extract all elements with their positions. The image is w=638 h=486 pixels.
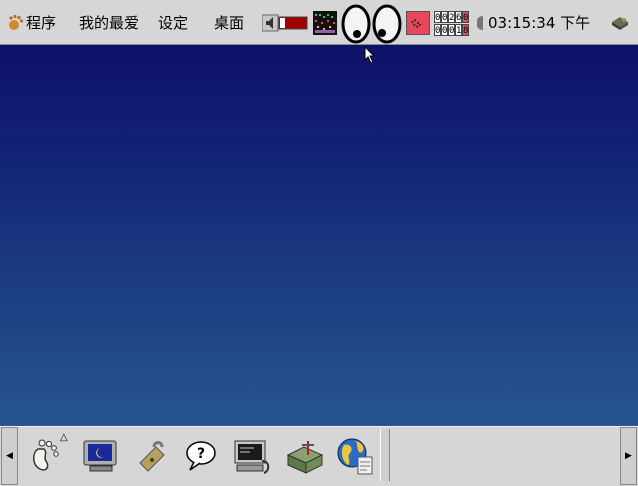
mouse-cursor-icon <box>364 46 376 64</box>
desktop-background[interactable] <box>0 45 638 426</box>
menu-desktop[interactable]: 桌面 <box>214 13 244 33</box>
toolbox-icon[interactable] <box>284 435 326 477</box>
volume-icon[interactable] <box>262 12 308 34</box>
cpu-load-icon[interactable] <box>313 11 337 35</box>
gnome-foot-icon <box>9 14 24 30</box>
counter-icon: 0 0 2 6 0 0 0 0 1 8 <box>434 11 474 36</box>
counter-bottom-row: 0 0 0 1 8 <box>434 24 474 36</box>
tray-icon[interactable] <box>610 14 630 32</box>
network-monitor-icon[interactable] <box>406 11 430 35</box>
menu-programs-label: 程序 <box>26 14 57 32</box>
browser-globe-icon[interactable] <box>334 435 376 477</box>
panel-hide-right-button[interactable]: ▶ <box>620 427 637 485</box>
digit: 0 <box>434 24 441 36</box>
digit: 8 <box>462 24 469 36</box>
monitor-icon[interactable] <box>80 435 122 477</box>
menu-favorites[interactable]: 我的最爱 <box>79 13 139 33</box>
panel-hide-left-button[interactable]: ◀ <box>1 427 18 485</box>
digit: 0 <box>434 11 441 23</box>
digit: 6 <box>455 11 462 23</box>
gnome-menu-icon[interactable] <box>24 435 66 477</box>
svg-text:?: ? <box>197 446 205 462</box>
digit: 0 <box>441 11 448 23</box>
terminal-icon[interactable] <box>232 435 274 477</box>
digit: 0 <box>462 11 469 23</box>
eyes-icon[interactable] <box>341 4 405 44</box>
panel-drag-handle[interactable] <box>380 429 390 481</box>
digit: 2 <box>448 11 455 23</box>
clock-icon <box>477 16 483 30</box>
digit: 0 <box>448 24 455 36</box>
help-icon[interactable]: ? <box>180 435 222 477</box>
clock-label[interactable]: 03:15:34 下午 <box>488 13 590 33</box>
digit: 1 <box>455 24 462 36</box>
top-panel: 程序 我的最爱 设定 桌面 0 0 2 6 0 0 0 0 1 8 03:15:… <box>0 0 638 45</box>
lock-icon[interactable] <box>130 435 172 477</box>
menu-settings[interactable]: 设定 <box>158 13 188 33</box>
bottom-panel: ◀ △ ? ▶ <box>0 426 638 486</box>
digit: 0 <box>441 24 448 36</box>
menu-programs[interactable]: 程序 <box>6 13 56 33</box>
counter-top-row: 0 0 2 6 0 <box>434 11 474 23</box>
